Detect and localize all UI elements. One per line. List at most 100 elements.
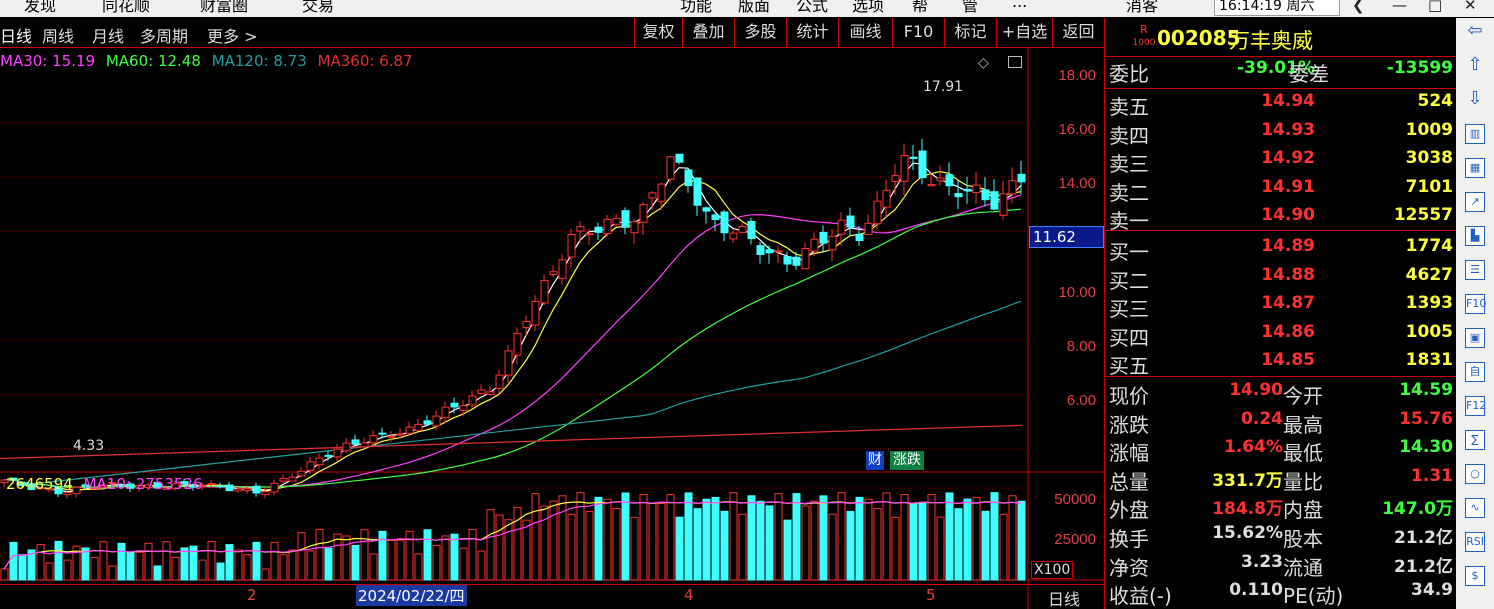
list-icon[interactable]: ☰	[1465, 260, 1485, 280]
f10-button[interactable]: F10	[892, 18, 944, 48]
info-icon[interactable]: 自	[1465, 362, 1485, 382]
menu-item-trade[interactable]: 交易	[302, 0, 334, 16]
ask-row[interactable]: 卖二 14.91 7101	[1105, 177, 1457, 205]
kline-icon[interactable]: ▥	[1465, 124, 1485, 144]
menu-item-function[interactable]: 功能	[680, 0, 712, 16]
menu-item-discover[interactable]: 发现	[24, 0, 56, 16]
stat-value: 0.24	[1241, 408, 1283, 429]
menu-item-layout[interactable]: 版面	[738, 0, 770, 16]
menu-item-options[interactable]: 选项	[852, 0, 884, 16]
bid-row[interactable]: 买一 14.89 1774	[1105, 236, 1457, 264]
tab-daily[interactable]: 日线	[0, 23, 32, 47]
candle-body	[387, 435, 396, 438]
close-icon[interactable]: ✕	[1464, 0, 1477, 14]
circle-icon[interactable]: ○	[1465, 464, 1485, 484]
back-nav-icon[interactable]: ❮	[1352, 0, 1365, 14]
volume-bar	[981, 510, 990, 581]
menu-item-formula[interactable]: 公式	[796, 0, 828, 16]
menu-item-more[interactable]: ...	[1012, 0, 1027, 11]
candle-body	[252, 485, 261, 494]
finance-badge[interactable]: 财	[866, 451, 884, 470]
draw-line-button[interactable]: 画线	[838, 18, 892, 48]
menu-item-wealth[interactable]: 财富圈	[200, 0, 248, 16]
arrow-up-icon[interactable]: ⇧	[1465, 56, 1485, 76]
arrow-left-icon[interactable]: ⇦	[1465, 22, 1485, 42]
f10-icon[interactable]: F10	[1465, 294, 1486, 314]
candle-body	[504, 350, 513, 376]
ask-row[interactable]: 卖五 14.94 524	[1105, 91, 1457, 119]
ask-row[interactable]: 卖三 14.92 3038	[1105, 148, 1457, 176]
x-period-label[interactable]: 日线	[1048, 586, 1080, 609]
bid-row[interactable]: 买五 14.85 1831	[1105, 350, 1457, 378]
rsi-icon[interactable]: RSI	[1465, 532, 1485, 552]
stats-button[interactable]: 统计	[786, 18, 838, 48]
volume-bar	[486, 509, 495, 581]
multi-stock-button[interactable]: 多股	[734, 18, 786, 48]
x-label-feb: 2	[247, 586, 257, 604]
menu-item-help[interactable]: 帮	[912, 0, 928, 16]
stat-label: 现价	[1109, 384, 1149, 408]
volume-bar	[567, 513, 576, 581]
fuquan-button[interactable]: 复权	[634, 18, 682, 48]
grid-icon[interactable]: ▦	[1465, 158, 1485, 178]
volume-bar	[774, 493, 783, 581]
tab-more[interactable]: 更多 >	[207, 23, 258, 47]
candle-body	[234, 488, 243, 492]
menu-item-ths[interactable]: 同花顺	[102, 0, 150, 16]
candle-body	[558, 259, 567, 279]
candle-body	[999, 193, 1008, 216]
f12-icon[interactable]: F12	[1465, 396, 1486, 416]
candle-body	[360, 442, 369, 448]
calc-icon[interactable]: ∑	[1465, 430, 1485, 450]
volume-bar	[99, 541, 108, 581]
return-button[interactable]: 返回	[1052, 18, 1104, 48]
candle-body	[810, 238, 819, 252]
candle-body	[855, 233, 864, 242]
stat-label: 换手	[1109, 527, 1149, 551]
book-volume: 1009	[1405, 119, 1453, 140]
bid-row[interactable]: 买三 14.87 1393	[1105, 293, 1457, 321]
restore-icon[interactable]: □	[1428, 0, 1442, 14]
tab-monthly[interactable]: 月线	[92, 23, 124, 47]
menu-item-manage[interactable]: 管	[962, 0, 978, 16]
tab-multi-period[interactable]: 多周期	[140, 23, 188, 47]
ask-row[interactable]: 卖一 14.90 12557	[1105, 205, 1457, 233]
clock-display: 16:14:19 周六	[1214, 0, 1340, 16]
book-price: 14.87	[1261, 293, 1315, 314]
candle-icon[interactable]: ▙	[1465, 226, 1485, 246]
book-volume: 7101	[1405, 176, 1453, 197]
wave-icon[interactable]: ∿	[1465, 498, 1485, 518]
stat-value2: 15.76	[1399, 408, 1453, 429]
volume-bar	[657, 502, 666, 581]
ask-row[interactable]: 卖四 14.93 1009	[1105, 120, 1457, 148]
note-icon[interactable]: ▣	[1465, 328, 1485, 348]
volume-bar	[693, 508, 702, 581]
volume-bar	[36, 544, 45, 581]
kline-chart[interactable]	[0, 48, 1104, 609]
bid-row[interactable]: 买四 14.86 1005	[1105, 322, 1457, 350]
stat-value2: 14.30	[1399, 437, 1453, 458]
stat-value: 15.62%	[1212, 523, 1283, 543]
book-label: 卖三	[1109, 152, 1149, 177]
add-watchlist-button[interactable]: +自选	[996, 18, 1052, 48]
tab-weekly[interactable]: 周线	[42, 23, 74, 47]
volume-bar	[630, 516, 639, 581]
change-badge[interactable]: 涨跌	[890, 451, 924, 470]
ma-lines	[0, 162, 1023, 493]
overlay-button[interactable]: 叠加	[682, 18, 734, 48]
arrow-down-icon[interactable]: ⇩	[1465, 90, 1485, 110]
bid-row[interactable]: 买二 14.88 4627	[1105, 265, 1457, 293]
candle-body	[621, 210, 630, 228]
minimize-icon[interactable]: —	[1392, 0, 1407, 14]
price-tick-16: 16.00	[1058, 121, 1096, 138]
trend-icon[interactable]: ↗	[1465, 192, 1485, 212]
volume-bar	[270, 541, 279, 581]
candle-body	[306, 461, 315, 471]
volume-bar	[180, 547, 189, 581]
mark-button[interactable]: 标记	[944, 18, 996, 48]
menu-item-guest[interactable]: 消客	[1126, 0, 1158, 16]
dollar-icon[interactable]: $	[1465, 566, 1485, 586]
candle-body	[783, 256, 792, 265]
volume-bar	[675, 516, 684, 581]
candle-body	[378, 432, 387, 435]
